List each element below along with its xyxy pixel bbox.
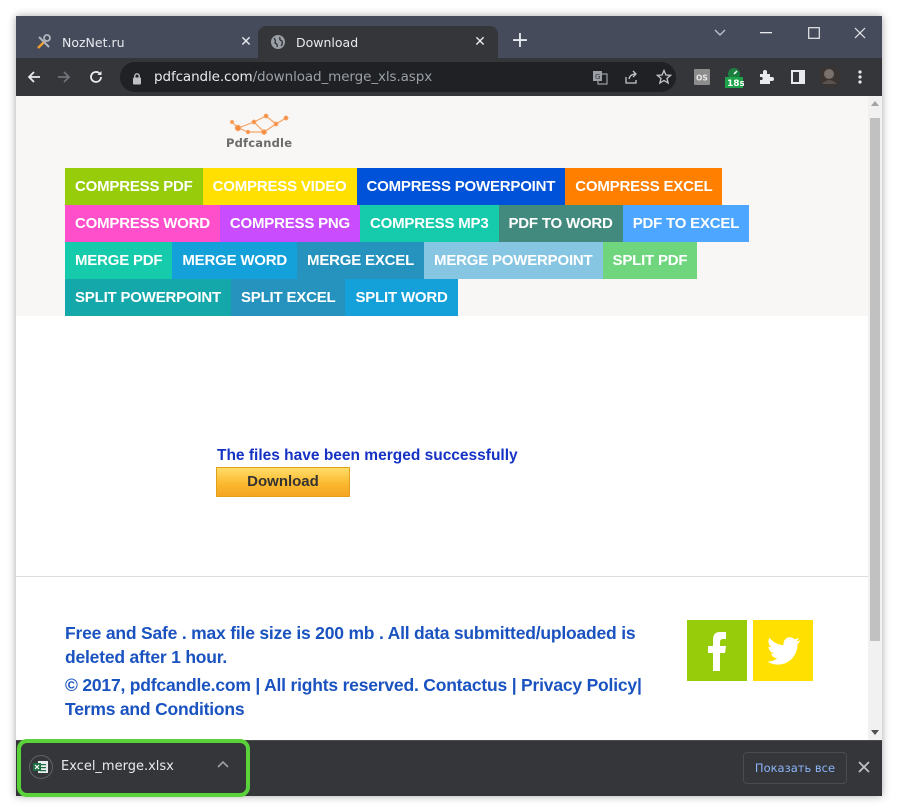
close-icon[interactable]: ✕ <box>470 32 490 52</box>
forward-icon[interactable] <box>52 65 76 89</box>
maximize-icon[interactable] <box>792 22 836 44</box>
close-window-icon[interactable] <box>838 22 882 44</box>
browser-window: NozNet.ru ✕ Download ✕ + pdfcandle.com/d… <box>16 16 882 797</box>
site-header: Pdfcandle COMPRESS PDF COMPRESS VIDEO CO… <box>16 96 868 316</box>
menu-item-compress-pdf[interactable]: COMPRESS PDF <box>65 168 203 205</box>
back-icon[interactable] <box>22 65 46 89</box>
logo-text: Pdfcandle <box>226 136 293 150</box>
scrollbar-thumb[interactable] <box>870 118 880 641</box>
footer-links[interactable]: © 2017, pdfcandle.com | All rights reser… <box>65 673 685 721</box>
menu-item-merge-powerpoint[interactable]: MERGE POWERPOINT <box>424 242 603 279</box>
svg-text:G: G <box>595 73 600 81</box>
new-tab-button[interactable]: + <box>508 30 532 54</box>
menu-item-merge-pdf[interactable]: MERGE PDF <box>65 242 173 279</box>
show-all-downloads-button[interactable]: Показать все <box>743 752 847 784</box>
tab-title: Download <box>296 34 359 50</box>
facebook-button[interactable] <box>687 620 747 681</box>
site-logo[interactable]: Pdfcandle <box>224 110 320 150</box>
url-text: pdfcandle.com/download_merge_xls.aspx <box>154 69 433 85</box>
menu-item-split-excel[interactable]: SPLIT EXCEL <box>230 279 346 316</box>
menu-item-merge-word[interactable]: MERGE WORD <box>172 242 298 279</box>
reload-icon[interactable] <box>84 65 108 89</box>
menu-item-compress-word[interactable]: COMPRESS WORD <box>65 205 220 242</box>
menu-kebab-icon[interactable] <box>850 67 870 87</box>
svg-text:18s: 18s <box>727 79 744 89</box>
menu-row: SPLIT POWERPOINT SPLIT EXCEL SPLIT WORD <box>65 279 785 316</box>
menu-item-merge-excel[interactable]: MERGE EXCEL <box>297 242 425 279</box>
facebook-icon <box>708 631 726 671</box>
download-button[interactable]: Download <box>216 467 350 497</box>
menu-row: MERGE PDF MERGE WORD MERGE EXCEL MERGE P… <box>65 242 785 279</box>
tab-noznet[interactable]: NozNet.ru ✕ <box>24 26 264 58</box>
svg-text:OS: OS <box>696 74 708 83</box>
menu-item-compress-video[interactable]: COMPRESS VIDEO <box>202 168 357 205</box>
footer-info: Free and Safe . max file size is 200 mb … <box>65 623 636 667</box>
tools-icon <box>36 34 52 50</box>
menu-item-compress-excel[interactable]: COMPRESS EXCEL <box>565 168 723 205</box>
footer-text: Free and Safe . max file size is 200 mb … <box>65 621 685 725</box>
page-viewport: Pdfcandle COMPRESS PDF COMPRESS VIDEO CO… <box>16 96 882 740</box>
twitter-button[interactable] <box>753 620 813 681</box>
lock-icon[interactable] <box>132 70 142 89</box>
scroll-down-arrow[interactable] <box>871 730 879 735</box>
menu-item-split-word[interactable]: SPLIT WORD <box>345 279 458 316</box>
scroll-up-arrow[interactable] <box>871 101 879 106</box>
share-icon[interactable] <box>622 67 642 87</box>
menu-item-split-pdf[interactable]: SPLIT PDF <box>602 242 698 279</box>
tools-menu: COMPRESS PDF COMPRESS VIDEO COMPRESS POW… <box>65 168 785 316</box>
profile-avatar[interactable] <box>818 65 842 89</box>
extension-os-icon[interactable]: OS <box>692 67 712 87</box>
menu-item-pdf-to-word[interactable]: PDF TO WORD <box>498 205 623 242</box>
address-bar[interactable]: pdfcandle.com/download_merge_xls.aspx G <box>120 62 676 92</box>
globe-icon <box>270 34 286 50</box>
chevron-up-icon[interactable] <box>217 757 229 771</box>
menu-item-compress-powerpoint[interactable]: COMPRESS POWERPOINT <box>356 168 566 205</box>
page-scrollbar[interactable] <box>868 96 882 740</box>
menu-row: COMPRESS PDF COMPRESS VIDEO COMPRESS POW… <box>65 168 785 205</box>
excel-file-icon <box>29 755 53 779</box>
download-file-name: Excel_merge.xlsx <box>61 759 174 774</box>
menu-item-split-powerpoint[interactable]: SPLIT POWERPOINT <box>65 279 231 316</box>
extensions-puzzle-icon[interactable] <box>756 67 776 87</box>
side-panel-icon[interactable] <box>788 67 808 87</box>
minimize-icon[interactable] <box>744 22 788 44</box>
tab-title: NozNet.ru <box>62 34 125 50</box>
menu-item-compress-mp3[interactable]: COMPRESS MP3 <box>360 205 499 242</box>
twitter-icon <box>767 636 800 665</box>
translate-icon[interactable]: G <box>590 67 610 87</box>
tab-search-icon[interactable] <box>698 22 742 44</box>
bookmark-star-icon[interactable] <box>654 67 674 87</box>
browser-toolbar: pdfcandle.com/download_merge_xls.aspx G … <box>16 58 882 96</box>
menu-item-compress-png[interactable]: COMPRESS PNG <box>219 205 361 242</box>
logo-graph-icon <box>229 113 289 135</box>
close-icon[interactable]: ✕ <box>236 32 256 52</box>
close-download-shelf-icon[interactable] <box>854 757 874 777</box>
download-item[interactable]: Excel_merge.xlsx <box>17 739 250 797</box>
menu-item-pdf-to-excel[interactable]: PDF TO EXCEL <box>622 205 750 242</box>
tab-strip: NozNet.ru ✕ Download ✕ + <box>16 16 882 58</box>
menu-row: COMPRESS WORD COMPRESS PNG COMPRESS MP3 … <box>65 205 785 242</box>
extension-timer-icon[interactable]: 18s <box>724 64 744 90</box>
divider <box>16 576 868 577</box>
download-shelf: Excel_merge.xlsx Показать все <box>16 739 882 797</box>
tab-download[interactable]: Download ✕ <box>258 26 498 58</box>
success-message: The files have been merged successfully <box>217 447 518 464</box>
